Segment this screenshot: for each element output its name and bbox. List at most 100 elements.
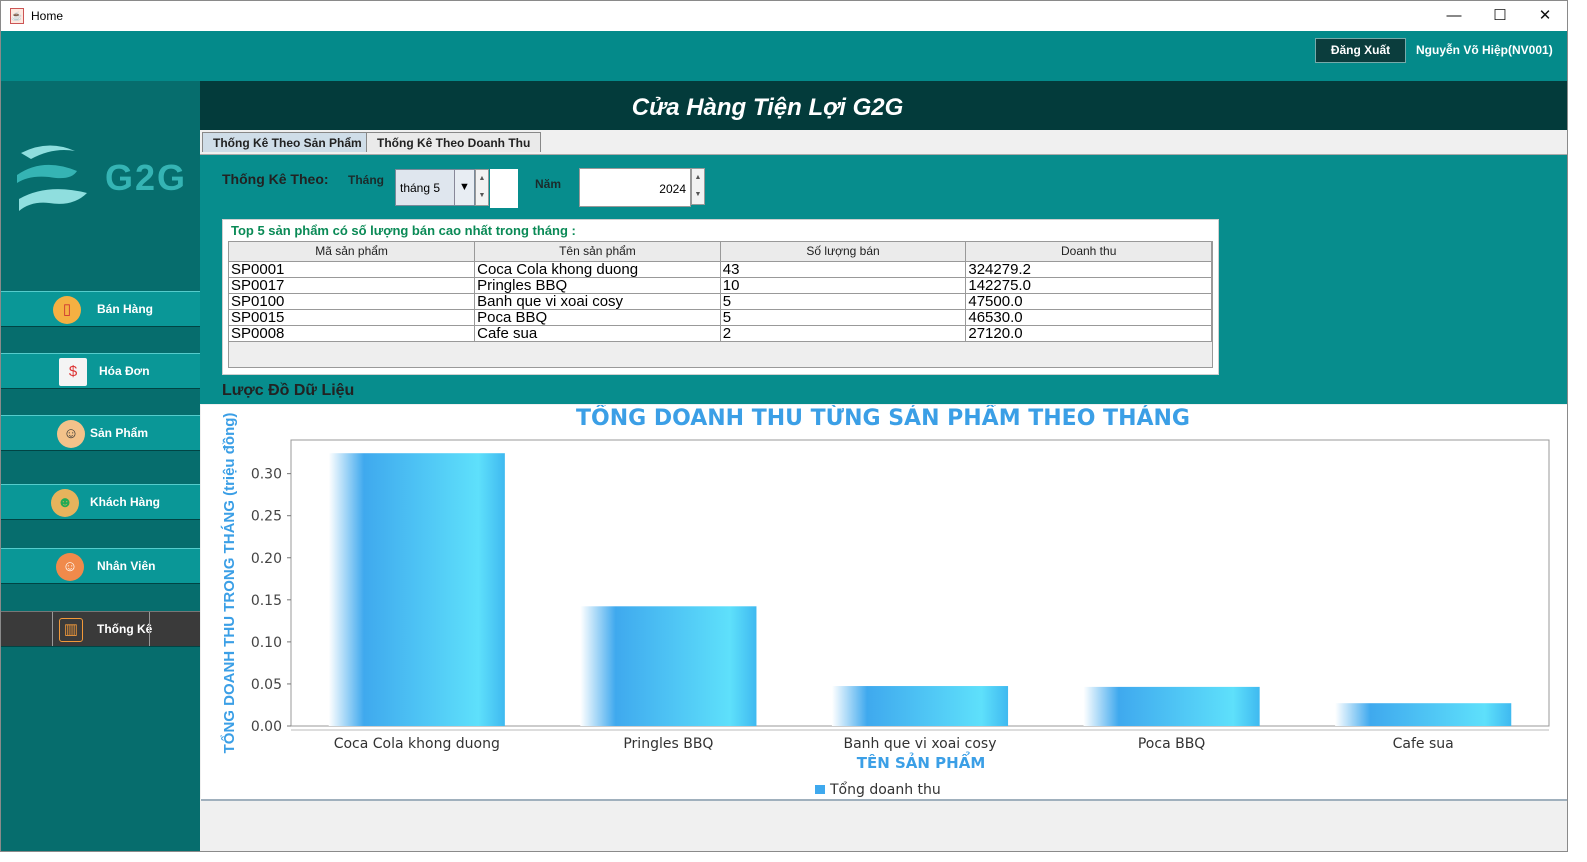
table-row[interactable]: SP0100 Banh que vi xoai cosy 5 47500.0 xyxy=(229,293,1212,310)
month-select-value: tháng 5 xyxy=(400,181,441,195)
sidebar-item-ban-hang[interactable]: ▯ Bán Hàng xyxy=(1,291,200,327)
sidebar-item-thong-ke[interactable]: ▥ Thống Kê xyxy=(1,611,200,647)
wave-logo-icon xyxy=(17,145,87,211)
month-select[interactable]: tháng 5 ▼ xyxy=(395,169,475,206)
sidebar-item-label: Khách Hàng xyxy=(90,495,161,509)
month-spinner[interactable]: ▲ ▼ xyxy=(475,169,489,206)
sidebar-item-hoa-don[interactable]: $ Hóa Đơn xyxy=(1,353,200,389)
x-tick-label: Banh que vi xoai cosy xyxy=(843,736,996,752)
product-icon: ☺ xyxy=(57,420,85,448)
table-row[interactable]: SP0017 Pringles BBQ 10 142275.0 xyxy=(229,277,1212,294)
column-header[interactable]: Doanh thu xyxy=(965,242,1212,262)
column-header[interactable]: Tên sản phẩm xyxy=(474,242,721,262)
chevron-down-icon[interactable]: ▼ xyxy=(454,170,474,205)
sidebar-item-label: Nhân Viên xyxy=(97,559,156,573)
sidebar-item-label: Sản Phẩm xyxy=(90,426,149,440)
year-input[interactable]: 2024 xyxy=(579,168,691,207)
table-cell: Pringles BBQ xyxy=(474,277,721,294)
table-cell: SP0001 xyxy=(229,261,476,278)
blank-field xyxy=(490,169,518,208)
bar xyxy=(1083,686,1260,726)
revenue-chart: TỔNG DOANH THU TỪNG SẢN PHẨM THEO THÁNG 0… xyxy=(201,405,1567,801)
x-axis-label: TÊN SẢN PHẨM xyxy=(857,750,986,772)
top-header: Đăng Xuất Nguyễn Võ Hiệp(NV001) xyxy=(1,31,1567,81)
column-header[interactable]: Mã sản phẩm xyxy=(229,242,476,262)
maximize-button[interactable]: ☐ xyxy=(1477,1,1523,31)
y-tick-label: 0.10 xyxy=(251,635,282,651)
bar xyxy=(1335,703,1512,726)
y-tick-label: 0.20 xyxy=(251,551,282,567)
table-cell: Banh que vi xoai cosy xyxy=(474,293,721,310)
y-tick-label: 0.05 xyxy=(251,677,282,693)
table-cell: 46530.0 xyxy=(965,309,1212,326)
table-cell: 142275.0 xyxy=(965,277,1212,294)
bar xyxy=(580,606,757,726)
top-products-table: Mã sản phẩm Tên sản phẩm Số lượng bán Do… xyxy=(228,241,1213,368)
filter-panel: Thống Kê Theo: Tháng tháng 5 ▼ ▲ ▼ Năm 20… xyxy=(200,154,1567,404)
table-row[interactable]: SP0008 Cafe sua 2 27120.0 xyxy=(229,325,1212,342)
tab-statistics-by-product[interactable]: Thống Kê Theo Sản Phẩm xyxy=(202,132,373,152)
table-row[interactable]: SP0015 Poca BBQ 5 46530.0 xyxy=(229,309,1212,326)
y-axis-label: TỔNG DOANH THU TRONG THÁNG (triệu đồng) xyxy=(220,413,238,754)
year-input-value: 2024 xyxy=(659,182,686,196)
table-cell: Coca Cola khong duong xyxy=(474,261,721,278)
top-products-box: Top 5 sản phẩm có số lượng bán cao nhất … xyxy=(222,219,1219,375)
sidebar-item-san-pham[interactable]: ☺ Sản Phẩm xyxy=(1,415,200,451)
x-tick-label: Coca Cola khong duong xyxy=(334,736,500,752)
table-row[interactable]: SP0001 Coca Cola khong duong 43 324279.2 xyxy=(229,261,1212,278)
table-cell: 43 xyxy=(720,261,967,278)
current-user-label: Nguyễn Võ Hiệp(NV001) xyxy=(1416,43,1553,57)
divider xyxy=(149,612,150,646)
month-label: Tháng xyxy=(348,173,384,187)
store-banner: Cửa Hàng Tiện Lợi G2G xyxy=(200,81,1567,130)
legend-swatch xyxy=(815,785,825,794)
table-cell: 324279.2 xyxy=(965,261,1212,278)
g2g-logo: G2G xyxy=(13,141,193,221)
customers-icon: ☻ xyxy=(51,489,79,517)
column-header[interactable]: Số lượng bán xyxy=(720,242,967,262)
sidebar-item-khach-hang[interactable]: ☻ Khách Hàng xyxy=(1,484,200,520)
phone-cart-icon: ▯ xyxy=(53,296,81,324)
y-tick-label: 0.25 xyxy=(251,509,282,525)
table-cell: Cafe sua xyxy=(474,325,721,342)
logout-button[interactable]: Đăng Xuất xyxy=(1315,38,1406,63)
table-cell: SP0017 xyxy=(229,277,476,294)
sidebar-item-nhan-vien[interactable]: ☺ Nhân Viên xyxy=(1,548,200,584)
minimize-button[interactable]: — xyxy=(1431,1,1477,31)
year-spinner[interactable]: ▲ ▼ xyxy=(691,168,705,205)
table-cell: SP0100 xyxy=(229,293,476,310)
year-label: Năm xyxy=(535,177,562,191)
sidebar-item-label: Thống Kê xyxy=(97,622,153,636)
main-area: Cửa Hàng Tiện Lợi G2G Thống Kê Theo Sản … xyxy=(200,81,1567,851)
close-button[interactable]: ✕ xyxy=(1522,1,1567,31)
legend-label: Tổng doanh thu xyxy=(829,781,941,798)
divider xyxy=(52,612,53,646)
employee-icon: ☺ xyxy=(56,553,84,581)
bar xyxy=(831,686,1009,726)
sidebar-item-label: Bán Hàng xyxy=(97,302,154,316)
filter-label: Thống Kê Theo: xyxy=(222,171,329,187)
table-cell: 27120.0 xyxy=(965,325,1212,342)
bar-chart: TỔNG DOANH THU TỪNG SẢN PHẨM THEO THÁNG 0… xyxy=(220,405,1550,798)
x-tick-label: Cafe sua xyxy=(1393,736,1454,752)
top-products-title: Top 5 sản phẩm có số lượng bán cao nhất … xyxy=(231,223,580,238)
x-tick-label: Poca BBQ xyxy=(1138,736,1205,752)
table-cell: 47500.0 xyxy=(965,293,1212,310)
table-cell: 5 xyxy=(720,293,967,310)
y-tick-label: 0.30 xyxy=(251,467,282,483)
sidebar-item-label: Hóa Đơn xyxy=(99,364,150,378)
table-header-row: Mã sản phẩm Tên sản phẩm Số lượng bán Do… xyxy=(229,242,1212,262)
y-tick-label: 0.15 xyxy=(251,593,282,609)
data-chart-heading: Lược Đồ Dữ Liệu xyxy=(222,382,355,399)
chart-title: TỔNG DOANH THU TỪNG SẢN PHẨM THEO THÁNG xyxy=(576,405,1190,431)
sidebar: G2G ▯ Bán Hàng $ Hóa Đơn ☺ Sản Phẩm ☻ Kh… xyxy=(1,81,200,851)
logo-text: G2G xyxy=(105,157,188,198)
invoice-icon: $ xyxy=(59,358,87,386)
app-window: ☕ Home — ☐ ✕ Đăng Xuất Nguyễn Võ Hiệp(NV… xyxy=(0,0,1568,852)
title-bar: ☕ Home — ☐ ✕ xyxy=(1,1,1567,31)
table-cell: SP0015 xyxy=(229,309,476,326)
table-cell: Poca BBQ xyxy=(474,309,721,326)
table-cell: SP0008 xyxy=(229,325,476,342)
tab-statistics-by-revenue[interactable]: Thống Kê Theo Doanh Thu xyxy=(366,132,542,152)
table-cell: 2 xyxy=(720,325,967,342)
